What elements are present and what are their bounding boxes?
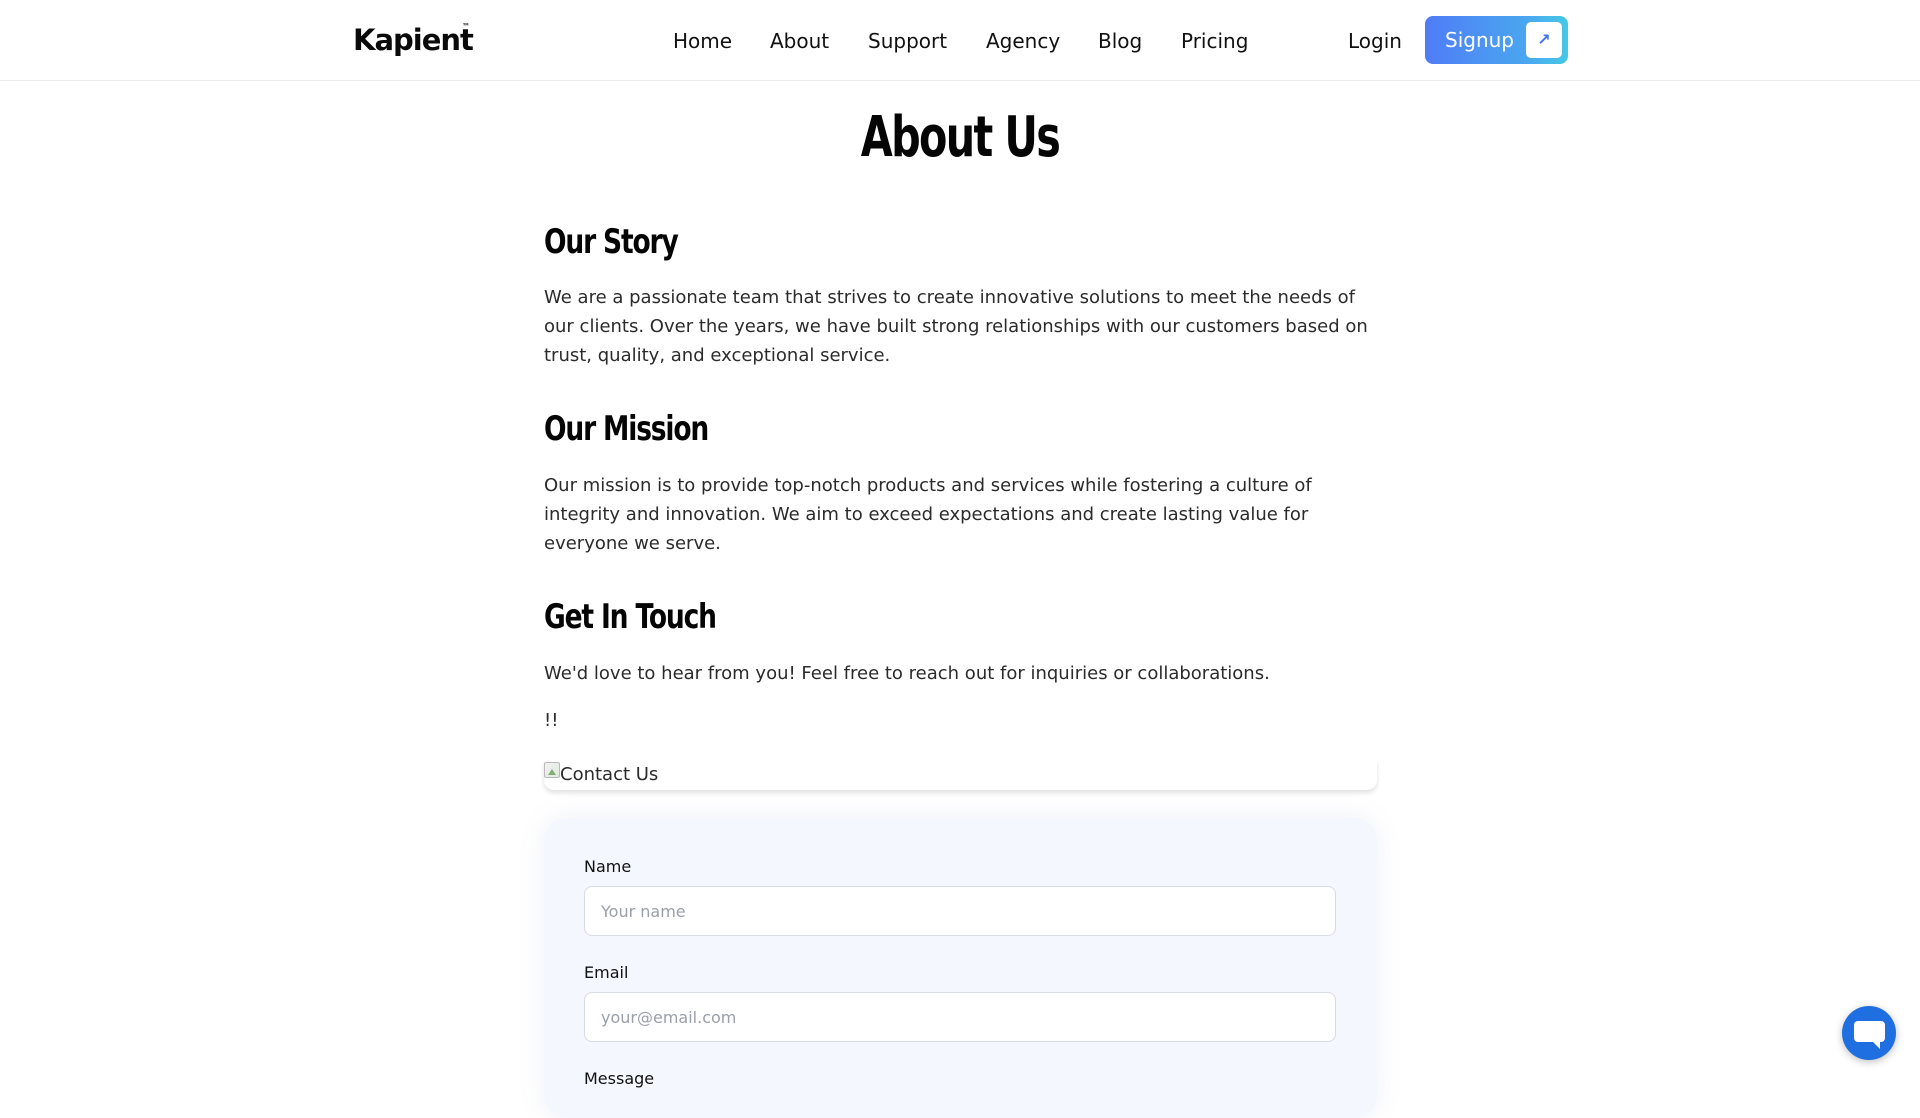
nav-item-blog[interactable]: Blog [1098,28,1142,54]
email-label: Email [584,963,629,982]
section-text-our-mission: Our mission is to provide top-notch prod… [544,475,1312,554]
nav-item-support[interactable]: Support [868,28,947,54]
contact-us-image: Contact Us [544,760,1377,790]
section-heading-get-in-touch: Get In Touch [544,597,717,637]
nav-item-pricing[interactable]: Pricing [1181,28,1248,54]
name-input[interactable] [584,886,1336,936]
section-text-get-in-touch: We'd love to hear from you! Feel free to… [544,663,1270,684]
arrow-up-right-icon: ↗ [1526,22,1562,58]
chat-button[interactable] [1842,1006,1896,1060]
section-heading-our-mission: Our Mission [544,409,709,449]
page-title: About Us [860,105,1061,170]
message-label: Message [584,1069,655,1088]
section-text-our-story: We are a passionate team that strives to… [544,287,1368,366]
exclaim-text: !! [544,710,559,731]
chat-bubble-icon [1854,1021,1885,1049]
name-label: Name [584,857,632,876]
site-header: Kapient ™ Home About Support Agency Blog… [0,0,1920,81]
section-heading-our-story: Our Story [544,222,679,262]
nav-item-about[interactable]: About [770,28,829,54]
nav-item-home[interactable]: Home [673,28,732,54]
signup-button[interactable]: Signup ↗ [1425,16,1568,64]
broken-image-icon [544,762,560,778]
login-link[interactable]: Login [1348,28,1402,54]
contact-image-alt-text: Contact Us [560,764,659,785]
nav-item-agency[interactable]: Agency [986,28,1060,54]
signup-label: Signup [1445,28,1514,52]
main-nav: Home About Support Agency Blog Pricing [0,0,1920,81]
email-input[interactable] [584,992,1336,1042]
contact-form: Name Email Message [544,818,1377,1118]
